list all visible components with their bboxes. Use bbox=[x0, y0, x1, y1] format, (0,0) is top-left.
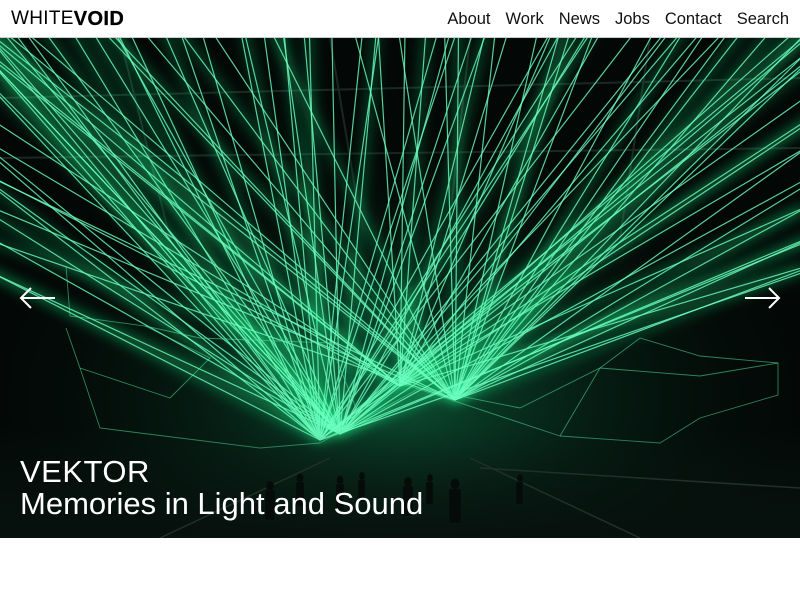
nav-work[interactable]: Work bbox=[506, 0, 544, 38]
logo-part-white: WHITE bbox=[11, 8, 74, 29]
whitevoid-logo[interactable]: WHITE VOID bbox=[11, 8, 125, 30]
main-nav: About Work News Jobs Contact Search bbox=[432, 0, 789, 38]
hero-slider[interactable]: VEKTOR Memories in Light and Sound bbox=[0, 38, 800, 538]
nav-contact[interactable]: Contact bbox=[665, 0, 722, 38]
slide-caption[interactable]: VEKTOR Memories in Light and Sound bbox=[20, 456, 423, 520]
slide-subtitle: Memories in Light and Sound bbox=[20, 486, 424, 521]
arrow-right-icon bbox=[745, 287, 781, 309]
logo-part-void: VOID bbox=[73, 8, 125, 30]
nav-jobs[interactable]: Jobs bbox=[615, 0, 650, 38]
nav-news[interactable]: News bbox=[559, 0, 600, 38]
nav-search[interactable]: Search bbox=[737, 0, 789, 38]
nav-about[interactable]: About bbox=[447, 0, 490, 38]
prev-slide-button[interactable] bbox=[18, 284, 58, 312]
next-slide-button[interactable] bbox=[742, 284, 782, 312]
arrow-left-icon bbox=[19, 287, 55, 309]
site-header: WHITE VOID About Work News Jobs Contact S… bbox=[0, 0, 800, 38]
slide-title: VEKTOR bbox=[20, 454, 150, 489]
